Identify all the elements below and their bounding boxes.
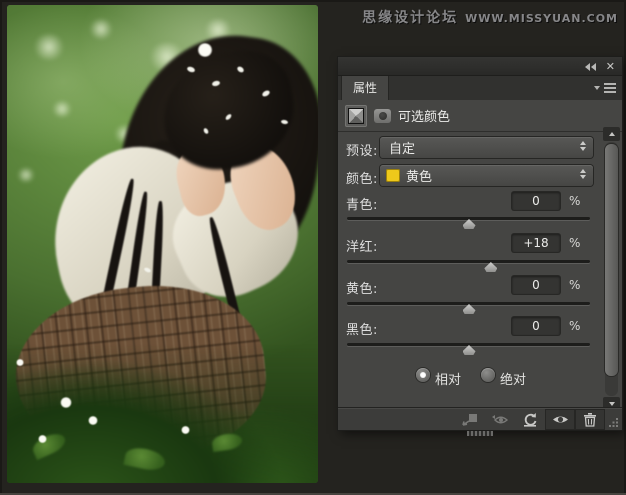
resize-grip-icon (609, 417, 618, 427)
magenta-slider-thumb[interactable] (484, 262, 498, 272)
photo-flower (87, 416, 98, 426)
preset-value: 自定 (389, 142, 416, 157)
adjustment-header: 可选颜色 (338, 100, 622, 131)
screenshot: 思缘设计论坛 WWW.MISSYUAN.COM ✕ 属性 可选颜色 预设: 自定… (0, 0, 626, 495)
reset-icon (524, 412, 537, 427)
cyan-label: 青色: (346, 198, 378, 213)
photo-preview (7, 5, 318, 483)
panel-menu-icon[interactable] (594, 83, 616, 93)
panel-tab-bar: 属性 (338, 76, 622, 100)
relative-radio-label[interactable]: 相对 (435, 369, 461, 388)
photo-bokeh (50, 100, 73, 117)
scroll-up-icon[interactable] (603, 127, 620, 141)
clip-to-layer-icon (462, 413, 477, 426)
collapse-panel-icon[interactable] (585, 61, 596, 72)
absolute-radio-label[interactable]: 绝对 (500, 369, 526, 388)
dropdown-spinner-icon (580, 169, 586, 179)
black-label: 黑色: (346, 323, 378, 338)
black-slider-thumb[interactable] (462, 345, 476, 355)
black-value-field[interactable]: 0 (512, 317, 560, 335)
magenta-label: 洋红: (346, 240, 378, 255)
adjustment-title: 可选颜色 (398, 110, 451, 125)
yellow-slider-track[interactable] (347, 302, 590, 314)
trash-icon (584, 412, 596, 427)
yellow-value-field[interactable]: 0 (512, 276, 560, 294)
black-unit: % (569, 319, 581, 333)
color-value: 黄色 (406, 170, 433, 185)
view-previous-state-icon (491, 414, 508, 423)
color-dropdown[interactable]: 黄色 (380, 165, 593, 186)
close-panel-icon[interactable]: ✕ (606, 61, 615, 72)
color-label: 颜色: (346, 172, 378, 187)
yellow-label: 黄色: (346, 282, 378, 297)
magenta-value-field[interactable]: +18 (512, 234, 560, 252)
yellow-slider-thumb[interactable] (462, 304, 476, 314)
cyan-slider-track[interactable] (347, 217, 590, 229)
cyan-unit: % (569, 194, 581, 208)
panel-content: 预设: 自定 颜色: 黄色 青色: 0 % 洋红: +18 % 黄色: 0 % … (338, 127, 622, 411)
yellow-unit: % (569, 278, 581, 292)
absolute-radio[interactable] (481, 368, 495, 382)
dropdown-spinner-icon (580, 141, 586, 151)
watermark-site-name: 思缘设计论坛 (362, 10, 459, 26)
clip-to-layer-button[interactable] (455, 409, 485, 430)
cyan-slider-thumb[interactable] (462, 219, 476, 229)
color-swatch (386, 169, 400, 182)
delete-adjustment-button[interactable] (575, 408, 605, 430)
watermark-site-url: WWW.MISSYUAN.COM (465, 12, 618, 25)
reset-button[interactable] (515, 409, 545, 430)
black-slider-track[interactable] (347, 343, 590, 355)
scrollbar-thumb[interactable] (605, 144, 618, 376)
panel-titlebar: ✕ (338, 57, 622, 76)
photo-flower (16, 358, 25, 366)
relative-radio[interactable] (416, 368, 430, 382)
photo-bokeh (31, 33, 66, 60)
eye-icon (552, 416, 568, 422)
panel-toolbar (338, 407, 622, 430)
photo-flower (196, 43, 213, 58)
photo-flower (181, 425, 191, 434)
preset-dropdown[interactable]: 自定 (380, 137, 593, 158)
photo-bokeh (16, 167, 37, 182)
photo-flower (59, 396, 72, 408)
visibility-button[interactable] (545, 408, 575, 430)
panel-scrollbar (603, 127, 620, 411)
magenta-slider-track[interactable] (347, 260, 590, 272)
properties-panel: ✕ 属性 可选颜色 预设: 自定 颜色: 黄色 青色: 0 % 洋红: +18 … (338, 57, 622, 436)
clip-to-layer-indicator-icon[interactable] (374, 108, 391, 123)
view-previous-state-button[interactable] (485, 409, 515, 430)
watermark: 思缘设计论坛 WWW.MISSYUAN.COM (362, 7, 618, 27)
selective-color-adjustment-icon[interactable] (345, 104, 367, 127)
preset-label: 预设: (346, 144, 378, 159)
tab-properties[interactable]: 属性 (341, 76, 390, 100)
magenta-unit: % (569, 236, 581, 250)
cyan-value-field[interactable]: 0 (512, 192, 560, 210)
panel-height-grip[interactable] (467, 431, 493, 436)
panel-resize-grip[interactable] (605, 409, 621, 430)
